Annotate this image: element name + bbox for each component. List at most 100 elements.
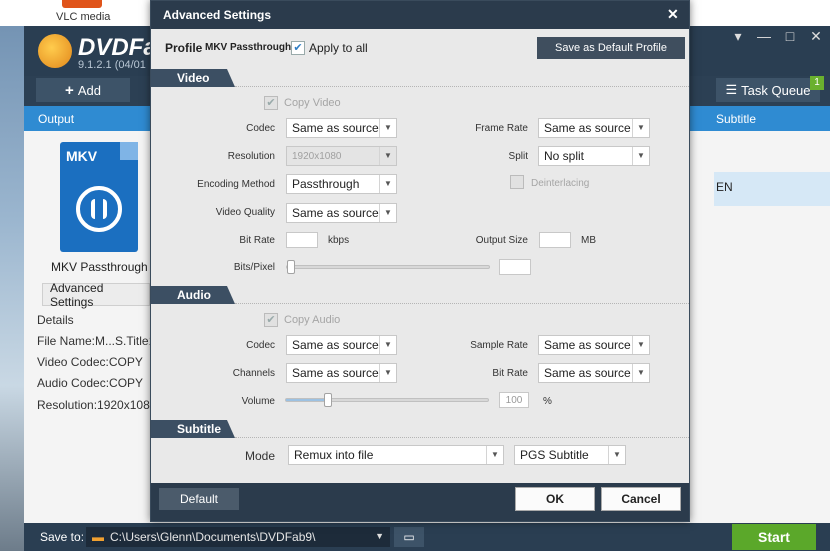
status-bar: Save to: ▬ C:\Users\Glenn\Documents\DVDF… [24,523,830,551]
task-queue-button[interactable]: ☰ Task Queue [716,78,820,102]
detail-video-codec: Video Codec:COPY [37,355,143,369]
sample-rate-value: Same as source [544,338,631,352]
frame-rate-label: Frame Rate [475,123,528,134]
volume-slider-fill [286,399,329,401]
profile-value: MKV Passthrough [205,42,292,53]
page-fold [120,142,138,160]
resolution-label: Resolution [227,151,275,162]
cancel-button[interactable]: Cancel [601,487,681,511]
chevron-down-icon: ▼ [379,175,396,193]
volume-label: Volume [241,396,275,407]
desktop-icon-label: VLC media [56,11,111,23]
encoding-method-label: Encoding Method [197,179,275,190]
close-window-button[interactable]: ✕ [806,28,826,45]
resolution-value: 1920x1080 [292,150,342,162]
chevron-down-icon: ▼ [379,364,396,382]
video-section-header: Video [151,69,235,87]
dialog-footer: Default OK Cancel [151,483,689,521]
save-as-default-profile-button[interactable]: Save as Default Profile [537,37,685,59]
mkv-profile-icon[interactable]: MKV [60,142,138,252]
save-to-path-field[interactable]: ▬ C:\Users\Glenn\Documents\DVDFab9\ ▼ [86,527,390,547]
app-version: 9.1.2.1 (04/01 [78,59,146,71]
frame-rate-value: Same as source [544,121,631,135]
channels-dropdown[interactable]: Same as source ▼ [286,363,397,383]
copy-video-label: Copy Video [284,97,341,109]
maximize-button[interactable]: □ [780,28,800,44]
audio-codec-label: Codec [246,340,275,351]
volume-slider[interactable] [285,393,489,407]
chevron-down-icon: ▼ [379,119,396,137]
copy-video-checkbox[interactable]: ✔ [264,96,278,110]
chevron-down-icon: ▼ [379,147,396,165]
deinterlacing-label: Deinterlacing [531,178,590,189]
copy-audio-label: Copy Audio [284,314,341,326]
deinterlacing-checkbox[interactable] [510,175,524,189]
video-quality-value: Same as source [292,206,379,220]
audio-bitrate-dropdown[interactable]: Same as source ▼ [538,363,650,383]
chevron-down-icon: ▼ [486,446,503,464]
volume-input[interactable]: 100 [499,392,529,408]
dvdfab-logo-icon [38,34,72,68]
split-dropdown[interactable]: No split ▼ [538,146,650,166]
subtitle-mode-dropdown[interactable]: Remux into file ▼ [288,445,504,465]
folder-icon: ▬ [92,530,104,544]
subtitle-format-dropdown[interactable]: PGS Subtitle ▼ [514,445,626,465]
apply-to-all-checkbox[interactable]: ✔ [291,41,305,55]
subtitle-column-header: Subtitle [716,112,757,126]
vlc-desktop-icon[interactable] [62,0,102,8]
bits-per-pixel-input[interactable] [499,259,531,275]
audio-codec-value: Same as source [292,338,379,352]
browse-folder-button[interactable]: ▭ [394,527,424,547]
profile-label: Profile [165,41,203,55]
video-codec-dropdown[interactable]: Same as source ▼ [286,118,397,138]
list-icon: ☰ [725,82,738,97]
add-button[interactable]: + Add [36,78,130,102]
audio-bitrate-label: Bit Rate [492,368,528,379]
split-value: No split [544,149,585,163]
audio-section-header: Audio [151,286,235,304]
video-quality-label: Video Quality [215,207,275,218]
advanced-settings-dialog: Advanced Settings ✕ Profile MKV Passthro… [150,0,690,522]
frame-rate-dropdown[interactable]: Same as source ▼ [538,118,650,138]
detail-audio-codec: Audio Codec:COPY [37,376,144,390]
resolution-dropdown[interactable]: 1920x1080 ▼ [286,146,397,166]
chevron-down-icon[interactable]: ▼ [375,531,384,541]
bits-per-pixel-slider[interactable] [286,260,490,274]
audio-codec-dropdown[interactable]: Same as source ▼ [286,335,397,355]
audio-bitrate-value: Same as source [544,366,631,380]
volume-unit: % [543,396,552,407]
dropdown-menu-icon[interactable]: ▾ [728,28,748,45]
save-to-path: C:\Users\Glenn\Documents\DVDFab9\ [110,530,316,544]
minimize-button[interactable]: — [754,28,774,44]
slider-handle[interactable] [324,393,333,407]
copy-audio-checkbox[interactable]: ✔ [264,313,278,327]
encoding-method-dropdown[interactable]: Passthrough ▼ [286,174,397,194]
video-bitrate-input[interactable] [286,232,318,248]
video-codec-label: Codec [246,123,275,134]
mkv-logo-bracket [91,199,107,219]
detail-file-name: File Name:M...S.Title1 [37,334,156,348]
task-queue-count-badge: 1 [810,76,824,90]
close-dialog-button[interactable]: ✕ [667,6,679,23]
slider-handle[interactable] [287,260,295,274]
video-codec-value: Same as source [292,121,379,135]
bits-per-pixel-label: Bits/Pixel [233,262,275,273]
sample-rate-dropdown[interactable]: Same as source ▼ [538,335,650,355]
video-quality-dropdown[interactable]: Same as source ▼ [286,203,397,223]
section-divider [235,437,689,438]
advanced-settings-button[interactable]: Advanced Settings [42,281,150,309]
start-button[interactable]: Start [732,524,816,550]
subtitle-value: EN [716,180,733,194]
ok-button[interactable]: OK [515,487,595,511]
video-bitrate-label: Bit Rate [239,235,275,246]
chevron-down-icon: ▼ [379,204,396,222]
chevron-down-icon: ▼ [632,147,649,165]
subtitle-mode-value: Remux into file [294,448,374,462]
output-size-input[interactable] [539,232,571,248]
section-divider [235,86,689,87]
encoding-method-value: Passthrough [292,177,360,191]
default-button[interactable]: Default [159,488,239,510]
apply-to-all-label: Apply to all [309,41,368,55]
dialog-title: Advanced Settings [163,8,272,22]
chevron-down-icon: ▼ [379,336,396,354]
